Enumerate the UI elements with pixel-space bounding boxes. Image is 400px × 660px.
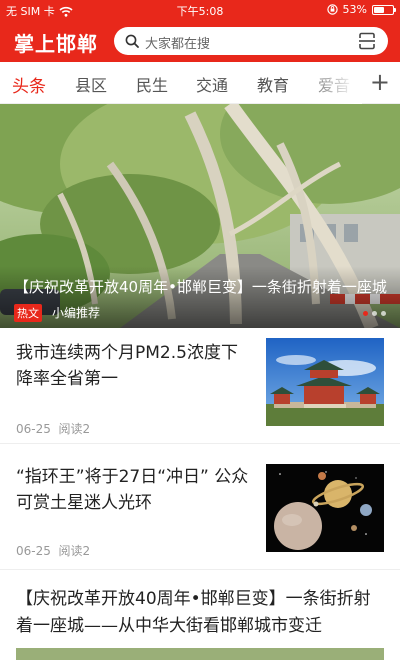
news-image-strip xyxy=(16,648,384,660)
hot-badge: 热文 xyxy=(14,304,42,322)
news-thumbnail[interactable] xyxy=(266,338,384,426)
news-item[interactable]: 【庆祝改革开放40周年•邯郸巨变】一条街折射着一座城——从中华大街看邯郸城市变迁 xyxy=(0,570,400,660)
planets-image xyxy=(266,464,384,552)
news-title[interactable]: “指环王”将于27日“冲日” 公众可赏土星迷人光环 xyxy=(16,464,252,516)
news-title[interactable]: 我市连续两个月PM2.5浓度下降率全省第一 xyxy=(16,340,252,392)
banner-page-indicator xyxy=(363,311,386,316)
news-date: 06-25 xyxy=(16,422,51,436)
news-thumbnail[interactable] xyxy=(266,464,384,552)
status-bar: 无 SIM 卡 下午5:08 53% xyxy=(0,0,400,20)
banner-source: 小编推荐 xyxy=(52,306,101,320)
news-title[interactable]: 【庆祝改革开放40周年•邯郸巨变】一条街折射着一座城——从中华大街看邯郸城市变迁 xyxy=(16,586,386,640)
featured-banner[interactable]: 【庆祝改革开放40周年•邯郸巨变】一条街折射着一座城 热文 小编推荐 xyxy=(0,104,400,328)
add-tab-button[interactable]: + xyxy=(370,68,390,96)
news-reads: 阅读2 xyxy=(58,544,91,558)
tab-headlines[interactable]: 头条 xyxy=(12,72,46,97)
category-tabs: 头条 县区 民生 交通 教育 爱音 + xyxy=(0,62,400,104)
tab-livelihood[interactable]: 民生 xyxy=(136,72,168,96)
news-reads: 阅读2 xyxy=(58,422,91,436)
news-item[interactable]: “指环王”将于27日“冲日” 公众可赏土星迷人光环 06-25 阅读2 xyxy=(0,444,400,570)
tab-traffic[interactable]: 交通 xyxy=(196,72,228,96)
banner-dot[interactable] xyxy=(363,311,368,316)
battery-fill xyxy=(374,6,384,13)
search-placeholder: 大家都在搜 xyxy=(145,37,211,52)
banner-title[interactable]: 【庆祝改革开放40周年•邯郸巨变】一条街折射着一座城 xyxy=(14,276,388,297)
pagoda-image xyxy=(266,338,384,426)
app-header: 无 SIM 卡 下午5:08 53% 掌上邯郸 大家都在搜 xyxy=(0,0,400,62)
search-input[interactable]: 大家都在搜 xyxy=(114,27,388,55)
tabs-fade xyxy=(300,62,362,104)
app-title: 掌上邯郸 xyxy=(14,32,98,56)
tab-counties[interactable]: 县区 xyxy=(75,72,107,96)
search-icon xyxy=(125,34,139,48)
battery-percent: 53% xyxy=(342,3,367,16)
status-right: 53% xyxy=(326,3,396,16)
scan-icon[interactable] xyxy=(358,32,376,50)
tab-education[interactable]: 教育 xyxy=(257,72,289,96)
news-meta: 06-25 阅读2 xyxy=(16,542,90,559)
news-date: 06-25 xyxy=(16,544,51,558)
news-meta: 06-25 阅读2 xyxy=(16,420,90,437)
news-item[interactable]: 我市连续两个月PM2.5浓度下降率全省第一 06-25 阅读2 xyxy=(0,328,400,444)
battery-icon xyxy=(372,4,396,15)
rotation-lock-icon xyxy=(326,4,338,15)
banner-dot[interactable] xyxy=(381,311,386,316)
banner-dot[interactable] xyxy=(372,311,377,316)
